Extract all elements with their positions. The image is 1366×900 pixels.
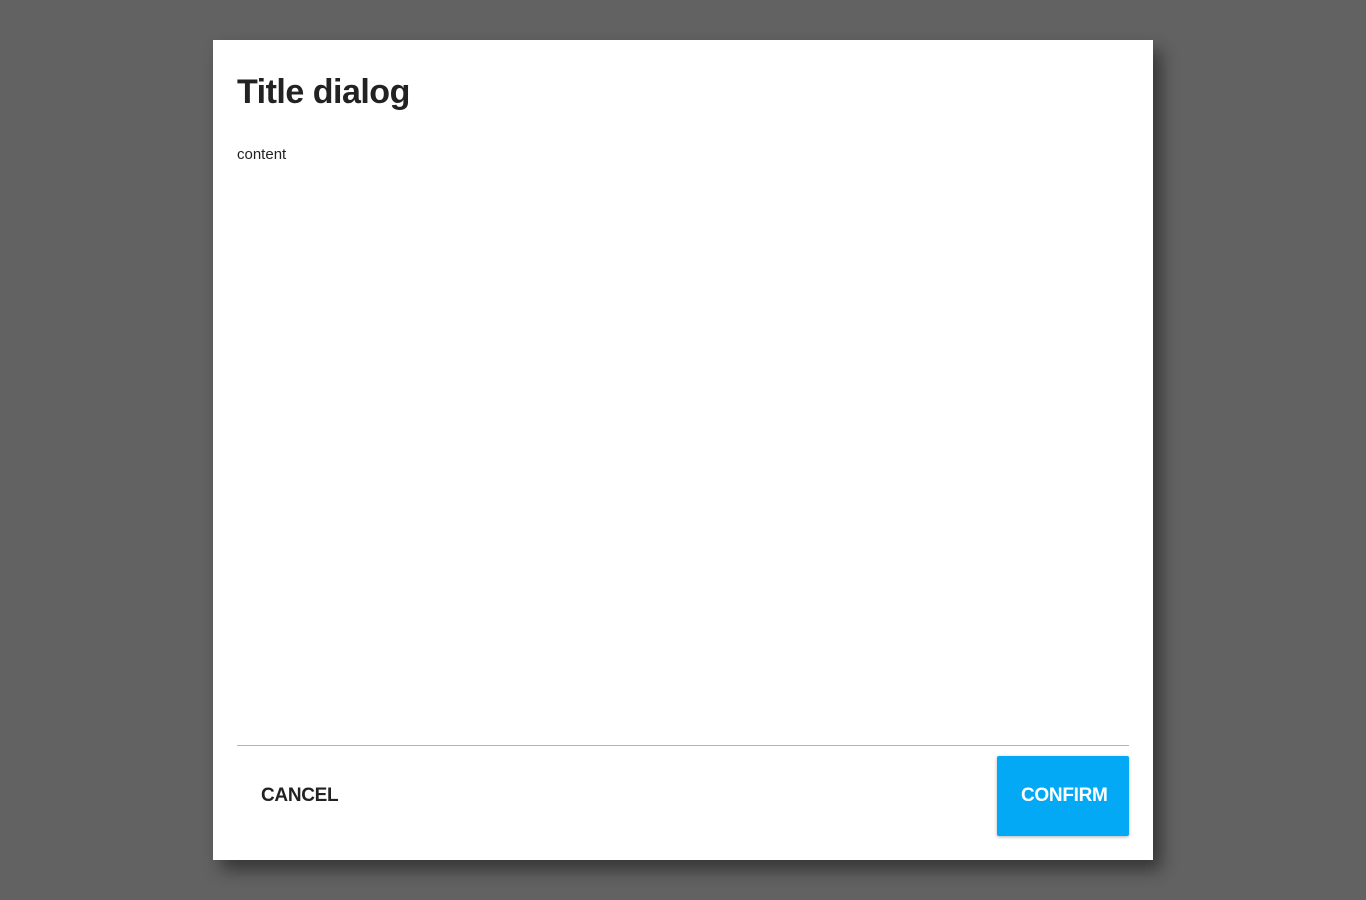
dialog-divider bbox=[237, 745, 1129, 746]
confirm-button[interactable]: CONFIRM bbox=[997, 756, 1129, 836]
dialog-content: content bbox=[237, 146, 287, 163]
dialog-title: Title dialog bbox=[237, 73, 410, 111]
cancel-button[interactable]: CANCEL bbox=[237, 756, 362, 836]
dialog: Title dialog content CANCEL CONFIRM bbox=[213, 40, 1153, 860]
